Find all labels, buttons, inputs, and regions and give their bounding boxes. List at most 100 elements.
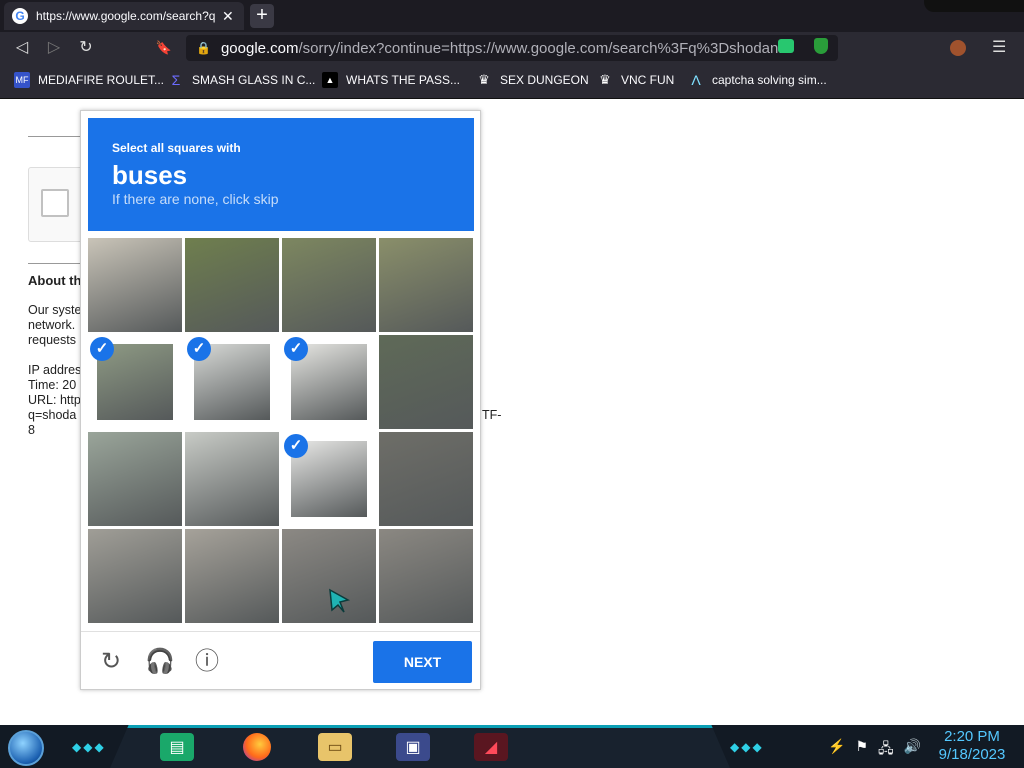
image-grid: ✓ ✓ ✓ ✓: [88, 238, 474, 624]
tile-image: [379, 335, 473, 429]
hamburger-menu-icon[interactable]: ☰: [992, 37, 1006, 57]
para-line: Our syste: [28, 303, 82, 317]
captcha-tile[interactable]: [88, 432, 182, 526]
volume-tray-icon[interactable]: 🔊: [904, 738, 921, 762]
captcha-tile[interactable]: [88, 238, 182, 332]
info-icon[interactable]: ⓘ: [193, 648, 221, 676]
tile-image: [185, 529, 279, 623]
start-button[interactable]: [8, 730, 44, 766]
bookmark-item[interactable]: ♛ VNC FUN: [597, 72, 674, 88]
captcha-tile[interactable]: ✓: [88, 335, 182, 429]
para-line: requests: [28, 333, 76, 347]
bookmarks-bar: MF MEDIAFIRE ROULET... Σ SMASH GLASS IN C.…: [0, 64, 1024, 99]
back-button[interactable]: ◁: [11, 37, 33, 59]
bookmark-item[interactable]: ♛ SEX DUNGEON: [476, 72, 589, 88]
crown-icon: ♛: [476, 72, 492, 88]
tile-image: [282, 238, 376, 332]
reload-challenge-icon[interactable]: ↻: [97, 648, 125, 676]
recaptcha-checkbox[interactable]: [41, 189, 69, 217]
ip-line: IP addres: [28, 363, 82, 377]
extension-notes-icon[interactable]: [778, 39, 794, 53]
tab-title: https://www.google.com/search?q: [36, 9, 216, 23]
notes-app-icon[interactable]: ▤: [160, 733, 194, 761]
crown-icon: ♛: [597, 72, 613, 88]
recaptcha-challenge: Select all squares with buses If there a…: [80, 110, 481, 690]
window-controls[interactable]: [924, 0, 1024, 12]
divider: [28, 136, 88, 137]
captcha-tile[interactable]: [88, 529, 182, 623]
bookmark-item[interactable]: Λcaptcha solving sim...: [688, 72, 827, 88]
flag-tray-icon[interactable]: ⚑: [855, 738, 868, 762]
audio-challenge-icon[interactable]: 🎧: [145, 648, 175, 676]
captcha-tile[interactable]: [185, 238, 279, 332]
captcha-tile[interactable]: [282, 238, 376, 332]
bookmark-label: MEDIAFIRE ROULET...: [38, 73, 165, 87]
tile-image: [88, 432, 182, 526]
captcha-tile[interactable]: [379, 432, 473, 526]
next-button[interactable]: NEXT: [373, 641, 472, 683]
bookmark-label: SMASH GLASS IN C...: [192, 73, 316, 87]
extension-shield-icon[interactable]: [814, 38, 828, 54]
challenge-header: Select all squares with buses If there a…: [88, 118, 474, 231]
mediafire-icon: MF: [14, 72, 30, 88]
bookmark-label: SEX DUNGEON: [500, 73, 589, 87]
ip-line: q=shoda: [28, 408, 77, 422]
tile-image: [88, 529, 182, 623]
decor-arrows: ◆◆◆: [72, 740, 106, 754]
challenge-target: buses: [112, 160, 188, 190]
challenge-footer: ↻ 🎧 ⓘ NEXT: [81, 631, 480, 689]
sigma-icon: Σ: [168, 72, 184, 88]
reload-button[interactable]: ↻: [75, 37, 97, 59]
captcha-tile[interactable]: ✓: [282, 335, 376, 429]
url-bar[interactable]: 🔒 google.com /sorry/index?continue=https…: [186, 35, 838, 61]
ip-line: URL: http: [28, 393, 81, 407]
game-app-icon[interactable]: ◢: [474, 733, 508, 761]
ip-line: Time: 20: [28, 378, 77, 392]
profile-avatar[interactable]: [950, 40, 966, 56]
captcha-tile[interactable]: [379, 529, 473, 623]
para-line: network.: [28, 318, 76, 332]
bookmark-item[interactable]: MF MEDIAFIRE ROULET...: [14, 72, 164, 88]
bookmark-item[interactable]: ▲ WHATS THE PASS...: [322, 72, 460, 88]
clock[interactable]: 2:20 PM 9/18/2023: [930, 728, 1014, 764]
system-tray: ⚡ ⚑ 🖧 🔊: [828, 738, 921, 762]
captcha-tile[interactable]: ✓: [185, 335, 279, 429]
captcha-tile[interactable]: [379, 238, 473, 332]
navigation-bar: ◁ ▷ ↻ 🔖 🔒 google.com /sorry/index?contin…: [0, 32, 1024, 64]
url-host: google.com: [220, 39, 299, 57]
google-favicon-icon: G: [12, 8, 28, 24]
selected-check-icon: ✓: [284, 337, 308, 361]
file-explorer-icon[interactable]: ▭: [318, 733, 352, 761]
url-tail: TF-: [482, 408, 502, 422]
captcha-tile[interactable]: [185, 529, 279, 623]
bookmark-label: WHATS THE PASS...: [346, 73, 461, 87]
decor-arrows: ◆◆◆: [730, 740, 764, 754]
clock-date: 9/18/2023: [938, 746, 1006, 763]
forward-button[interactable]: ▷: [43, 37, 65, 59]
power-tray-icon[interactable]: ⚡: [828, 738, 845, 762]
new-tab-button[interactable]: +: [250, 4, 274, 28]
captcha-tile[interactable]: ✓: [282, 432, 376, 526]
tab-close-icon[interactable]: ✕: [222, 8, 234, 25]
about-heading: About th: [28, 273, 82, 288]
lock-icon: 🔒: [196, 41, 211, 55]
url-tail: 8: [28, 423, 35, 437]
id-card-app-icon[interactable]: ▣: [396, 733, 430, 761]
selected-check-icon: ✓: [284, 434, 308, 458]
url-path: /sorry/index?continue=https://www.google…: [298, 39, 791, 57]
bookmark-item[interactable]: Σ SMASH GLASS IN C...: [168, 72, 315, 88]
captcha-tile[interactable]: [379, 335, 473, 429]
challenge-instruction: Select all squares with: [112, 141, 241, 155]
mouse-cursor-icon: [329, 588, 351, 613]
network-tray-icon[interactable]: 🖧: [878, 738, 894, 762]
captcha-tile[interactable]: [185, 432, 279, 526]
active-tab[interactable]: G https://www.google.com/search?q ✕: [4, 2, 244, 30]
firefox-icon[interactable]: [240, 733, 274, 761]
tile-image: [379, 238, 473, 332]
tile-image: [379, 529, 473, 623]
browser-chrome: G https://www.google.com/search?q ✕ + ◁ …: [0, 0, 1024, 99]
selected-check-icon: ✓: [90, 337, 114, 361]
lambda-icon: Λ: [688, 72, 704, 88]
bookmark-star-icon[interactable]: 🔖: [153, 37, 175, 59]
taskbar: ◆◆◆ ▤ ▭ ▣ ◢ ◆◆◆ ⚡ ⚑ 🖧 🔊 2:20 PM 9/18/202…: [0, 725, 1024, 768]
